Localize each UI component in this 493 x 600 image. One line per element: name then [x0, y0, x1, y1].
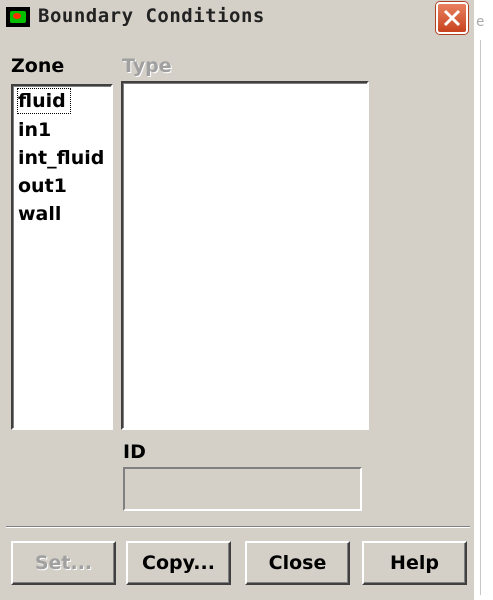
- zone-list-item-in1[interactable]: in1: [18, 118, 51, 142]
- boundary-conditions-dialog: Boundary Conditions Zone Type fluid in1 …: [0, 0, 474, 600]
- window-bottom-edge: [0, 596, 474, 600]
- window-title: Boundary Conditions: [38, 5, 265, 27]
- title-bar[interactable]: Boundary Conditions: [0, 0, 474, 38]
- zone-list-item-wall[interactable]: wall: [18, 202, 61, 226]
- zone-list-item-fluid[interactable]: fluid: [17, 88, 71, 114]
- window-close-button[interactable]: [436, 2, 468, 34]
- zone-list-item-out1[interactable]: out1: [18, 174, 67, 198]
- background-divider: [480, 40, 481, 595]
- zone-list-item-int-fluid[interactable]: int_fluid: [18, 146, 104, 170]
- zone-list[interactable]: fluid in1 int_fluid out1 wall: [11, 84, 113, 430]
- button-separator: [6, 526, 470, 528]
- zone-label: Zone: [11, 55, 65, 77]
- type-label: Type: [122, 55, 172, 77]
- type-list[interactable]: [121, 81, 369, 430]
- id-label: ID: [123, 441, 146, 463]
- background-window-strip: e: [474, 0, 493, 600]
- close-icon: [443, 9, 461, 27]
- help-button[interactable]: Help: [362, 541, 467, 585]
- close-button[interactable]: Close: [245, 541, 350, 585]
- background-text-fragment: e: [476, 14, 485, 30]
- app-icon: [6, 7, 30, 27]
- copy-button[interactable]: Copy...: [126, 541, 231, 585]
- set-button[interactable]: Set...: [11, 541, 116, 585]
- id-field: [123, 467, 362, 511]
